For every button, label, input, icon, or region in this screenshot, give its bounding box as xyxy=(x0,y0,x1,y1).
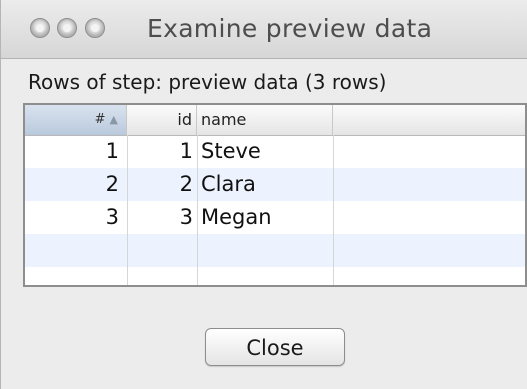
cell-name: Clara xyxy=(201,172,256,196)
preview-dialog: Examine preview data Rows of step: previ… xyxy=(0,0,527,389)
column-header-empty xyxy=(333,105,525,135)
preview-table: # ▲ id name 1 1 Steve 2 2 Clara 3 3 Megan xyxy=(23,103,527,287)
close-window-icon[interactable] xyxy=(30,18,50,38)
cell-name: Steve xyxy=(201,139,261,163)
cell-id: 3 xyxy=(179,205,193,229)
minimize-window-icon[interactable] xyxy=(57,18,77,38)
column-divider xyxy=(333,135,334,285)
column-divider xyxy=(127,135,128,285)
table-row[interactable]: 2 2 Clara xyxy=(25,168,525,201)
title-bar: Examine preview data xyxy=(1,0,527,59)
column-header-name[interactable]: name xyxy=(197,105,333,135)
row-number: 1 xyxy=(105,139,119,163)
close-button[interactable]: Close xyxy=(205,328,345,366)
empty-row xyxy=(25,234,525,267)
cell-id: 2 xyxy=(179,172,193,196)
cell-name: Megan xyxy=(201,205,272,229)
zoom-window-icon[interactable] xyxy=(85,18,105,38)
sort-ascending-icon: ▲ xyxy=(109,113,118,126)
column-header-num-label: # xyxy=(94,112,106,127)
table-row[interactable]: 3 3 Megan xyxy=(25,201,525,234)
cell-id: 1 xyxy=(179,139,193,163)
row-number: 2 xyxy=(105,172,119,196)
rows-label: Rows of step: preview data (3 rows) xyxy=(28,70,387,94)
column-header-num[interactable]: # ▲ xyxy=(25,105,127,135)
column-header-id[interactable]: id xyxy=(127,105,197,135)
table-header: # ▲ id name xyxy=(25,105,525,136)
window-title: Examine preview data xyxy=(147,14,433,43)
table-row[interactable]: 1 1 Steve xyxy=(25,135,525,168)
row-number: 3 xyxy=(105,205,119,229)
column-divider xyxy=(197,135,198,285)
